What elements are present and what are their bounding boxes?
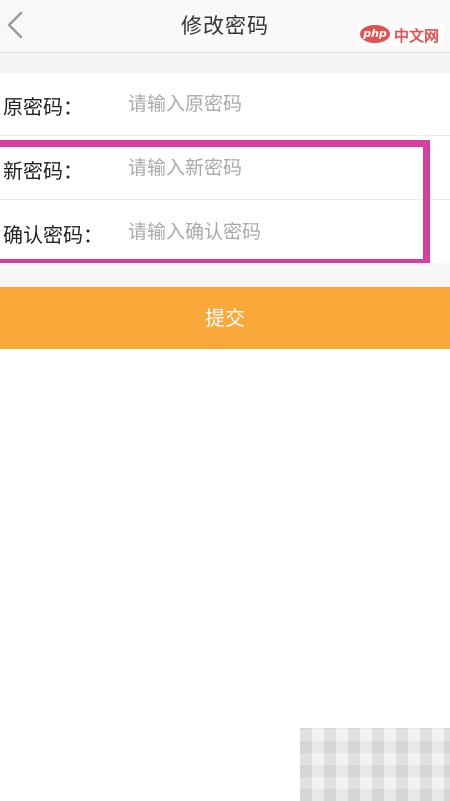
site-watermark: php 中文网 bbox=[358, 24, 444, 46]
password-form: 原密码： 新密码： 确认密码： bbox=[0, 73, 450, 263]
confirm-password-input[interactable] bbox=[126, 215, 428, 249]
confirm-password-row: 确认密码： bbox=[0, 201, 450, 263]
confirm-password-label: 确认密码： bbox=[3, 223, 103, 247]
new-password-label: 新密码： bbox=[3, 159, 83, 183]
watermark-text: 中文网 bbox=[394, 27, 440, 45]
submit-button[interactable]: 提交 bbox=[0, 287, 450, 349]
old-password-row: 原密码： bbox=[0, 73, 450, 136]
old-password-input[interactable] bbox=[126, 87, 428, 121]
new-password-row: 新密码： bbox=[0, 137, 450, 200]
new-password-input[interactable] bbox=[126, 151, 428, 185]
old-password-label: 原密码： bbox=[3, 95, 83, 119]
change-password-screen: 修改密码 php 中文网 原密码： 新密码： 确认密码： 提交 bbox=[0, 0, 450, 801]
top-bar: 修改密码 php 中文网 bbox=[0, 0, 450, 53]
section-gap bbox=[0, 53, 450, 73]
section-gap-bottom bbox=[0, 263, 450, 287]
blurred-watermark-area bbox=[300, 728, 450, 801]
php-logo: php bbox=[360, 25, 390, 43]
